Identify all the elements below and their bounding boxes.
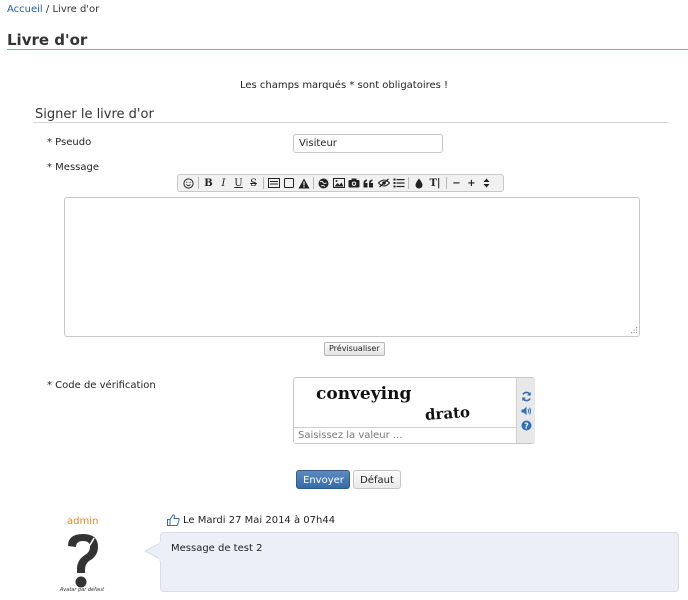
camera-icon[interactable] xyxy=(346,176,361,191)
italic-icon[interactable]: I xyxy=(216,176,231,191)
svg-text:?: ? xyxy=(524,421,529,430)
message-textarea[interactable] xyxy=(64,197,640,337)
breadcrumb-current: Livre d'or xyxy=(52,4,100,15)
underline-icon[interactable]: U xyxy=(231,176,246,191)
post-date: Le Mardi 27 Mai 2014 à 07h44 xyxy=(183,514,336,526)
captcha-image: conveying drato xyxy=(316,384,471,424)
bubble-arrow-joint xyxy=(159,541,164,561)
warning-icon[interactable] xyxy=(296,176,311,191)
captcha-widget: conveying drato ? xyxy=(293,377,535,444)
post-meta: Le Mardi 27 Mai 2014 à 07h44 xyxy=(167,514,335,526)
color-icon[interactable] xyxy=(411,176,426,191)
breadcrumb-home-link[interactable]: Accueil xyxy=(7,4,43,15)
font-size-icon[interactable]: T| xyxy=(426,176,444,191)
breadcrumb-separator: / xyxy=(45,4,50,15)
toolbar-separator xyxy=(198,177,199,189)
post-message: Message de test 2 xyxy=(171,543,263,554)
captcha-word: drato xyxy=(424,403,470,424)
bold-icon[interactable]: B xyxy=(201,176,216,191)
image-icon[interactable] xyxy=(331,176,346,191)
avatar-caption: Avatar par défaut xyxy=(59,587,105,593)
captcha-label: * Code de vérification xyxy=(47,380,156,391)
help-icon[interactable]: ? xyxy=(521,420,532,431)
quote-icon[interactable] xyxy=(361,176,376,191)
preview-button[interactable]: Prévisualiser xyxy=(324,342,385,356)
increase-icon[interactable]: + xyxy=(464,176,479,191)
pseudo-input[interactable] xyxy=(293,134,443,153)
title-divider xyxy=(7,49,688,50)
page-title: Livre d'or xyxy=(7,31,88,49)
captcha-input[interactable] xyxy=(294,427,516,443)
captcha-controls: ? xyxy=(516,378,535,443)
captcha-word: conveying xyxy=(316,384,411,404)
refresh-icon[interactable] xyxy=(521,391,532,402)
pseudo-label: * Pseudo xyxy=(47,137,92,148)
section-divider xyxy=(33,122,669,123)
post-author-link[interactable]: admin xyxy=(67,516,98,527)
smiley-icon[interactable] xyxy=(181,176,196,191)
thumbs-up-icon[interactable] xyxy=(167,514,180,526)
frame-icon[interactable] xyxy=(281,176,296,191)
size-select-icon[interactable] xyxy=(479,176,494,191)
avatar xyxy=(68,534,98,588)
decrease-icon[interactable]: − xyxy=(449,176,464,191)
submit-button[interactable]: Envoyer xyxy=(296,470,350,489)
breadcrumb: Accueil / Livre d'or xyxy=(7,4,99,15)
editor-toolbar: B I U S T| − + xyxy=(177,174,504,192)
hide-icon[interactable] xyxy=(376,176,391,191)
post-bubble xyxy=(160,532,679,592)
toolbar-separator xyxy=(446,177,447,189)
reset-button[interactable]: Défaut xyxy=(353,470,401,489)
toolbar-separator xyxy=(263,177,264,189)
audio-icon[interactable] xyxy=(521,406,532,416)
toolbar-separator xyxy=(408,177,409,189)
section-title: Signer le livre d'or xyxy=(35,107,154,122)
message-label: * Message xyxy=(47,162,100,173)
toolbar-separator xyxy=(313,177,314,189)
block-icon[interactable] xyxy=(266,176,281,191)
link-icon[interactable] xyxy=(316,176,331,191)
required-fields-note: Les champs marqués * sont obligatoires ! xyxy=(239,80,449,91)
strikethrough-icon[interactable]: S xyxy=(246,176,261,191)
resize-grip-icon[interactable] xyxy=(629,326,638,335)
list-icon[interactable] xyxy=(391,176,406,191)
